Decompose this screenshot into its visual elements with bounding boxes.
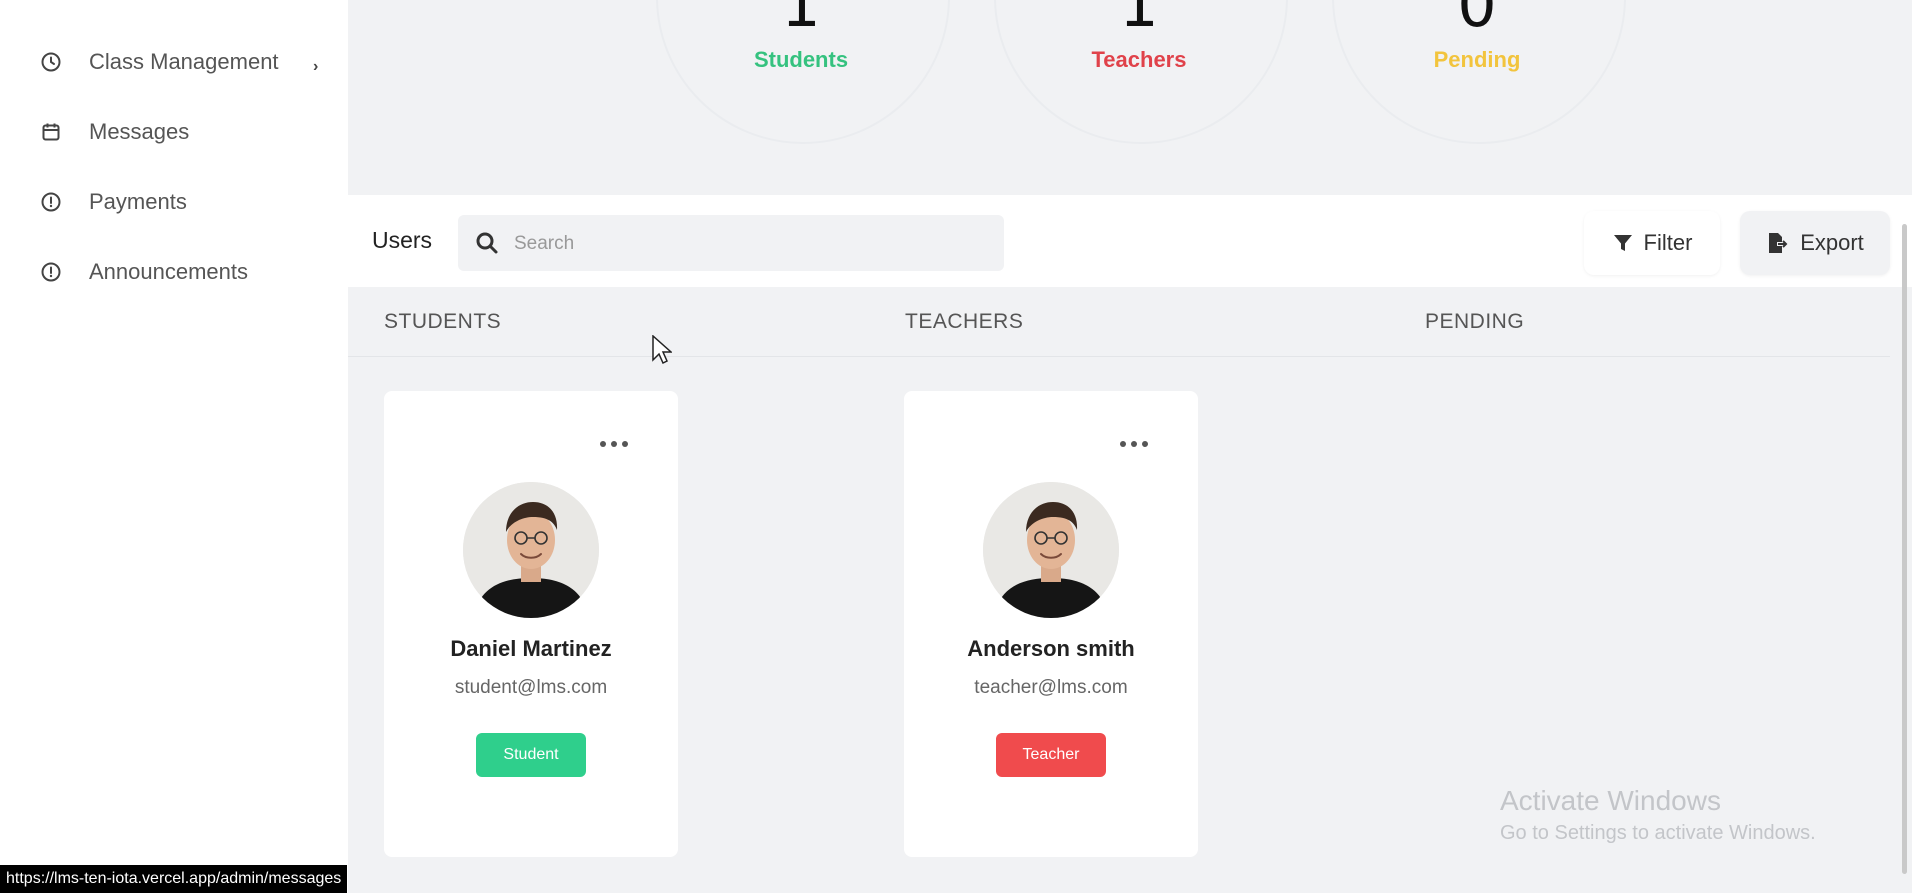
avatar bbox=[463, 482, 599, 618]
alert-circle-icon bbox=[40, 261, 62, 283]
more-options-icon[interactable] bbox=[600, 441, 628, 447]
user-card: Daniel Martinez student@lms.com Student bbox=[384, 391, 678, 857]
avatar bbox=[983, 482, 1119, 618]
export-button[interactable]: Export bbox=[1740, 211, 1890, 275]
user-email: student@lms.com bbox=[454, 677, 608, 698]
filter-icon bbox=[1612, 232, 1634, 254]
mouse-cursor-icon bbox=[652, 335, 672, 365]
sidebar-item-partial[interactable]: ​ bbox=[40, 0, 320, 2]
users-toolbar: Users Filter Export bbox=[348, 195, 1912, 287]
chevron-right-icon[interactable]: › bbox=[313, 58, 318, 76]
filter-button[interactable]: Filter bbox=[1584, 211, 1720, 275]
filter-label: Filter bbox=[1643, 230, 1693, 255]
sidebar-item-label: Class Management bbox=[89, 49, 279, 74]
role-badge: Teacher bbox=[996, 733, 1106, 777]
clock-icon bbox=[40, 51, 62, 73]
file-export-icon bbox=[1766, 231, 1790, 255]
role-badge: Student bbox=[476, 733, 586, 777]
column-header-pending: PENDING bbox=[1425, 310, 1525, 333]
search-input[interactable] bbox=[512, 225, 986, 263]
column-header-students: STUDENTS bbox=[384, 310, 502, 333]
column-header-teachers: TEACHERS bbox=[905, 310, 1024, 333]
users-title: Users bbox=[372, 227, 433, 253]
sidebar: ​ Class Management › Messages Payments A… bbox=[0, 0, 348, 893]
stat-pending-count: 0 bbox=[1457, 0, 1497, 41]
sidebar-item-messages[interactable]: Messages bbox=[40, 112, 189, 152]
sidebar-item-label: Messages bbox=[89, 119, 190, 144]
search-icon bbox=[474, 230, 500, 261]
calendar-icon bbox=[40, 121, 62, 143]
search-box[interactable] bbox=[458, 215, 1004, 271]
activate-windows-title: Activate Windows bbox=[1500, 785, 1721, 816]
sidebar-item-announcements[interactable]: Announcements bbox=[40, 252, 248, 292]
export-label: Export bbox=[1800, 230, 1864, 255]
sidebar-item-class-management[interactable]: Class Management bbox=[40, 42, 279, 82]
scrollbar[interactable] bbox=[1902, 224, 1907, 874]
sidebar-item-label: Payments bbox=[89, 189, 187, 214]
user-card: Anderson smith teacher@lms.com Teacher bbox=[904, 391, 1198, 857]
user-name: Anderson smith bbox=[967, 636, 1135, 661]
more-options-icon[interactable] bbox=[1120, 441, 1148, 447]
user-email: teacher@lms.com bbox=[974, 677, 1128, 698]
stat-students-count: 1 bbox=[781, 0, 821, 41]
activate-windows-subtitle: Go to Settings to activate Windows. bbox=[1500, 822, 1816, 844]
user-name: Daniel Martinez bbox=[450, 636, 612, 661]
status-bar-url: https://lms-ten-iota.vercel.app/admin/me… bbox=[0, 865, 348, 893]
stat-pending-label: Pending bbox=[1433, 47, 1521, 72]
sidebar-item-label: Announcements bbox=[89, 259, 248, 284]
stat-students-label: Students bbox=[753, 47, 849, 72]
stat-teachers-label: Teachers bbox=[1091, 47, 1187, 72]
stat-teachers-count: 1 bbox=[1119, 0, 1159, 41]
column-divider bbox=[348, 356, 1890, 357]
stats-panel: 1 1 0 Students Teachers Pending bbox=[348, 0, 1912, 195]
alert-circle-icon bbox=[40, 191, 62, 213]
sidebar-item-payments[interactable]: Payments bbox=[40, 182, 187, 222]
